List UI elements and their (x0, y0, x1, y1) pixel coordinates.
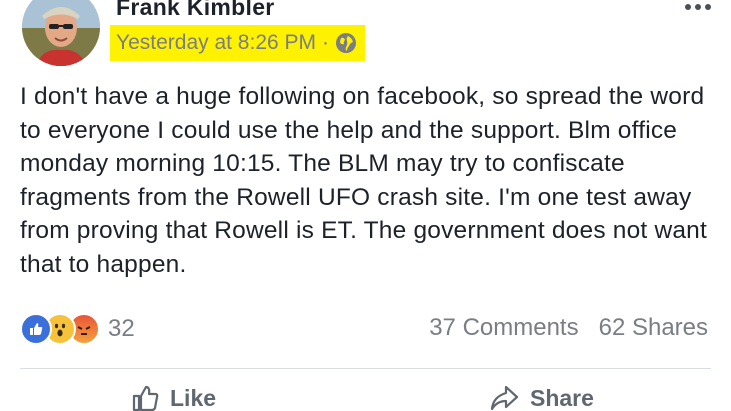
share-label: Share (530, 384, 594, 411)
shares-count[interactable]: 62 Shares (599, 314, 708, 342)
share-arrow-icon (488, 383, 520, 411)
share-button[interactable]: Share (488, 383, 594, 411)
post-timestamp-highlight: Yesterday at 8:26 PM · (110, 25, 366, 61)
timestamp-separator: · (322, 31, 330, 54)
reactions-summary[interactable]: 32 (20, 313, 135, 345)
facebook-post: Frank Kimbler Yesterday at 8:26 PM · I d… (0, 0, 731, 411)
thumbs-up-icon (130, 383, 160, 411)
engagement-counts: 37 Comments 62 Shares (429, 314, 708, 342)
post-body-text: I don't have a huge following on faceboo… (20, 83, 707, 278)
author-avatar[interactable] (22, 0, 100, 66)
like-label: Like (170, 384, 217, 411)
more-options-icon[interactable] (685, 4, 711, 10)
comments-count[interactable]: 37 Comments (429, 314, 578, 342)
post-timestamp[interactable]: Yesterday at 8:26 PM (116, 31, 316, 55)
like-button[interactable]: Like (130, 383, 216, 411)
author-name[interactable]: Frank Kimbler (116, 0, 275, 21)
globe-icon[interactable] (335, 32, 357, 54)
like-reaction-icon (20, 313, 52, 345)
action-divider (20, 368, 711, 369)
reaction-count: 32 (108, 315, 135, 342)
